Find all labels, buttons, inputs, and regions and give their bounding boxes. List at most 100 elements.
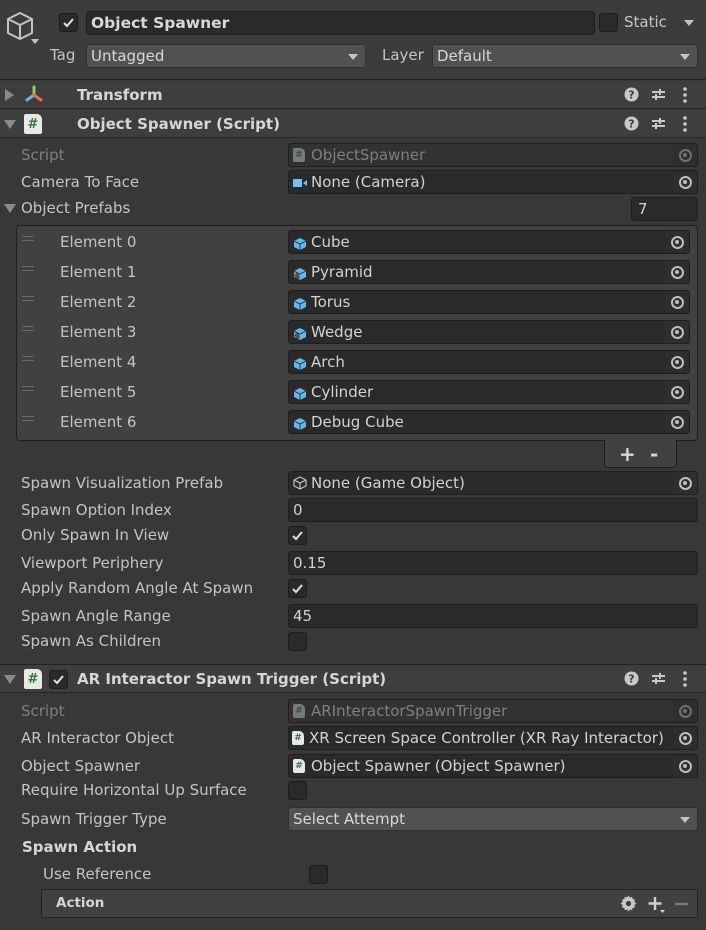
ar-interactor-object-field[interactable]: # XR Screen Space Controller (XR Ray Int… [288, 726, 698, 750]
help-icon[interactable]: ? [624, 116, 639, 131]
camera-to-face-field[interactable]: None (Camera) [288, 170, 698, 194]
prefab-field[interactable]: Torus [288, 290, 690, 314]
more-options-icon[interactable] [682, 116, 688, 132]
icon-dropdown-caret[interactable] [31, 39, 39, 44]
picker-icon [678, 175, 692, 189]
layer-dropdown[interactable]: Default [432, 44, 698, 68]
foldout-collapsed-icon[interactable] [5, 89, 14, 101]
only-spawn-in-view-checkbox[interactable] [288, 526, 307, 545]
spawn-visualization-field[interactable]: None (Game Object) [288, 471, 698, 495]
add-element-button[interactable]: + [619, 442, 636, 466]
transform-header[interactable]: Transform ? [0, 81, 706, 109]
object-picker-button[interactable] [665, 231, 689, 253]
spawn-as-children-label: Spawn As Children [21, 632, 162, 650]
chevron-down-icon [348, 54, 358, 60]
element-label: Element 5 [60, 383, 137, 401]
prefab-field[interactable]: Debug Cube [288, 410, 690, 434]
add-action-icon[interactable] [647, 895, 666, 914]
prefab-field[interactable]: Pyramid [288, 260, 690, 284]
spawn-as-children-checkbox[interactable] [288, 632, 307, 651]
element-label: Element 0 [60, 233, 137, 251]
object-spawner-ref-field[interactable]: # Object Spawner (Object Spawner) [288, 754, 698, 778]
script-field: # ARInteractorSpawnTrigger [288, 699, 698, 723]
object-picker-button[interactable] [673, 727, 697, 749]
object-picker-button[interactable] [673, 171, 697, 193]
more-options-icon[interactable] [682, 87, 688, 103]
prefab-field[interactable]: Cylinder [288, 380, 690, 404]
object-picker-button[interactable] [665, 411, 689, 433]
checkmark-icon [292, 531, 303, 541]
spawn-trigger-type-label: Spawn Trigger Type [21, 810, 167, 828]
ar-trigger-header[interactable]: # AR Interactor Spawn Trigger (Script) ? [0, 665, 706, 693]
presets-icon[interactable] [651, 671, 666, 686]
spawn-visualization-value: None (Game Object) [311, 474, 465, 492]
object-name-input[interactable]: Object Spawner [86, 11, 595, 35]
tag-label: Tag [50, 46, 76, 64]
remove-action-icon[interactable] [675, 902, 688, 906]
game-object-icon [293, 476, 307, 490]
prefab-icon [293, 295, 307, 313]
drag-handle[interactable] [22, 386, 34, 391]
prefab-field[interactable]: Wedge [288, 320, 690, 344]
prefab-field[interactable]: Cube [288, 230, 690, 254]
prefab-icon [293, 355, 307, 373]
spawn-action-heading: Spawn Action [22, 838, 138, 856]
spawn-option-index-label: Spawn Option Index [21, 501, 172, 519]
spawn-angle-range-input[interactable]: 45 [288, 604, 698, 628]
gear-icon[interactable] [620, 895, 637, 912]
foldout-expanded-icon[interactable] [4, 675, 16, 684]
static-checkbox[interactable] [599, 13, 618, 32]
script-icon: # [24, 114, 42, 134]
object-picker-button[interactable] [673, 472, 697, 494]
drag-handle[interactable] [22, 296, 34, 301]
viewport-periphery-input[interactable]: 0.15 [288, 551, 698, 575]
game-object-icon[interactable] [4, 10, 36, 42]
more-options-icon[interactable] [682, 671, 688, 687]
prefab-variant-icon [293, 325, 307, 343]
help-icon[interactable]: ? [624, 671, 639, 686]
drag-handle[interactable] [22, 356, 34, 361]
tag-dropdown[interactable]: Untagged [86, 44, 366, 68]
chevron-down-icon [680, 817, 690, 823]
component-enabled-checkbox[interactable] [49, 670, 68, 689]
prefab-field[interactable]: Arch [288, 350, 690, 374]
layer-value: Default [437, 47, 492, 65]
require-horizontal-checkbox[interactable] [288, 781, 307, 800]
prefab-value: Wedge [311, 323, 363, 341]
inspector-header: Object Spawner Static Tag Untagged Layer… [0, 0, 706, 80]
object-prefabs-label[interactable]: Object Prefabs [21, 199, 130, 217]
checkmark-icon [63, 18, 74, 28]
script-label: Script [21, 146, 65, 164]
object-picker-button[interactable] [665, 321, 689, 343]
help-icon[interactable]: ? [624, 87, 639, 102]
object-picker-button[interactable] [673, 755, 697, 777]
element-label: Element 2 [60, 293, 137, 311]
presets-icon[interactable] [651, 116, 666, 131]
presets-icon[interactable] [651, 87, 666, 102]
element-label: Element 6 [60, 413, 137, 431]
drag-handle[interactable] [22, 326, 34, 331]
prefab-icon [293, 385, 307, 403]
object-prefabs-count-input[interactable]: 7 [631, 197, 698, 221]
drag-handle[interactable] [22, 266, 34, 271]
script-value: ARInteractorSpawnTrigger [311, 702, 508, 720]
object-picker-button[interactable] [665, 351, 689, 373]
spawn-trigger-type-dropdown[interactable]: Select Attempt [288, 807, 698, 831]
element-label: Element 1 [60, 263, 137, 281]
drag-handle[interactable] [22, 236, 34, 241]
spawn-option-index-input[interactable]: 0 [288, 498, 698, 522]
foldout-expanded-icon[interactable] [4, 120, 16, 129]
drag-handle[interactable] [22, 416, 34, 421]
object-picker-button[interactable] [665, 261, 689, 283]
use-reference-checkbox[interactable] [309, 865, 328, 884]
static-dropdown-icon[interactable] [684, 20, 694, 26]
object-prefabs-foldout-icon[interactable] [4, 204, 16, 213]
remove-element-button[interactable]: - [650, 442, 658, 466]
picker-icon [670, 415, 684, 429]
random-angle-checkbox[interactable] [288, 579, 307, 598]
object-picker-button[interactable] [665, 381, 689, 403]
object-spawner-header[interactable]: # Object Spawner (Script) ? [0, 110, 706, 138]
object-picker-button[interactable] [665, 291, 689, 313]
active-checkbox[interactable] [59, 13, 78, 32]
script-field: # ObjectSpawner [288, 143, 698, 167]
